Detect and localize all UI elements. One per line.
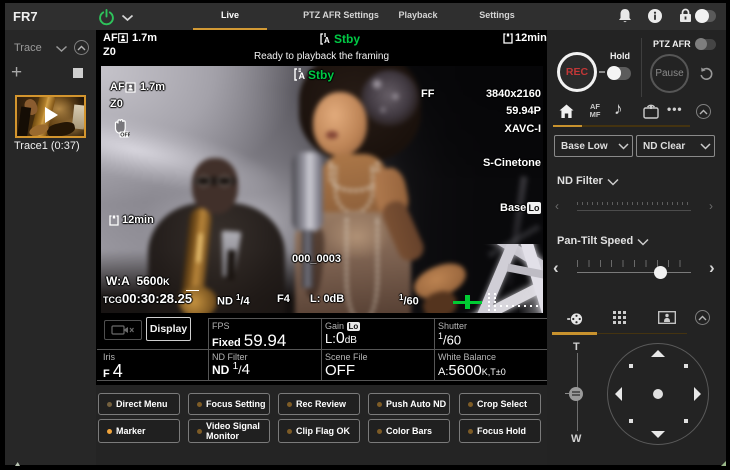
svg-text:A: A (324, 36, 330, 45)
svg-text:A: A (299, 71, 306, 81)
svg-text:OFF: OFF (120, 133, 130, 139)
